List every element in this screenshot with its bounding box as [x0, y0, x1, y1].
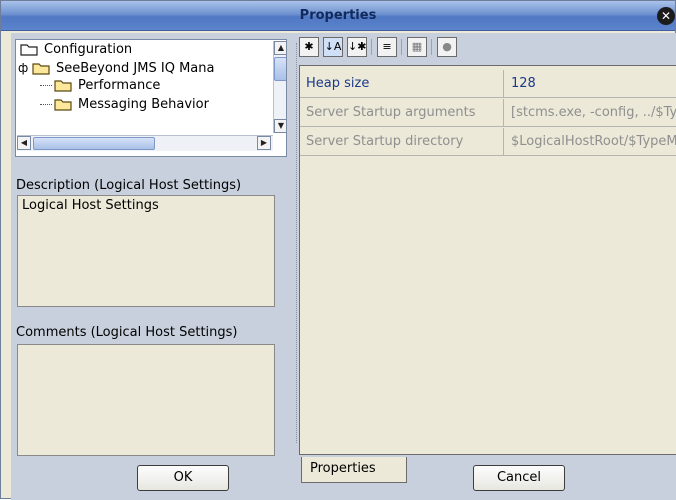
property-value[interactable]: $LogicalHostRoot/$TypeM: [505, 128, 676, 155]
scroll-thumb[interactable]: [33, 137, 155, 150]
description-field[interactable]: Logical Host Settings: [17, 195, 275, 307]
window-title: Properties: [299, 8, 377, 23]
property-row[interactable]: Server Startup arguments [stcms.exe, -co…: [300, 99, 676, 127]
comments-label: Comments (Logical Host Settings): [16, 325, 238, 340]
tree-item-messaging-behavior[interactable]: Messaging Behavior: [40, 95, 209, 115]
folder-icon: [32, 62, 50, 75]
ok-button[interactable]: OK: [137, 465, 229, 491]
tree-item-label: Messaging Behavior: [78, 97, 209, 112]
scroll-thumb[interactable]: [274, 57, 286, 81]
config-tree[interactable]: Configuration ф SeeBeyond JMS IQ Mana Per…: [15, 39, 287, 157]
property-name: Server Startup arguments: [300, 99, 504, 126]
help-icon[interactable]: ●: [437, 37, 457, 57]
property-name: Server Startup directory: [300, 128, 504, 155]
tree-item-label: Performance: [78, 78, 161, 93]
description-label: Description (Logical Host Settings): [16, 178, 242, 193]
property-row[interactable]: Server Startup directory $LogicalHostRoo…: [300, 128, 676, 156]
tree-item-label: Configuration: [44, 42, 133, 57]
property-name: Heap size: [300, 70, 504, 97]
grid-icon[interactable]: ▦: [407, 37, 427, 57]
scroll-right-icon[interactable]: ▶: [257, 136, 271, 150]
folder-icon: [54, 79, 72, 92]
tree-vertical-scrollbar[interactable]: ▲ ▼: [273, 41, 286, 133]
folder-icon: [54, 98, 72, 111]
tab-properties[interactable]: Properties: [301, 457, 407, 483]
tree-item-performance[interactable]: Performance: [40, 76, 160, 96]
scroll-left-icon[interactable]: ◀: [17, 136, 31, 150]
splitter[interactable]: [296, 43, 298, 443]
tree-horizontal-scrollbar[interactable]: ◀ ▶: [17, 135, 273, 151]
edit-list-icon[interactable]: ≡: [377, 37, 397, 57]
close-icon[interactable]: ✕: [657, 7, 675, 25]
scroll-down-icon[interactable]: ▼: [274, 119, 286, 133]
expand-toggle-icon[interactable]: ф: [18, 58, 32, 78]
tree-item-label: SeeBeyond JMS IQ Mana: [56, 61, 215, 76]
property-grid: Heap size 128 Server Startup arguments […: [299, 65, 676, 455]
scroll-up-icon[interactable]: ▲: [274, 41, 286, 55]
categorize-icon[interactable]: ↓✱: [347, 37, 367, 57]
property-value[interactable]: 128: [505, 70, 676, 97]
sort-icon[interactable]: ✱: [299, 37, 319, 57]
title-bar[interactable]: Properties ✕: [1, 1, 675, 31]
dialog-body: Configuration ф SeeBeyond JMS IQ Mana Per…: [11, 33, 676, 500]
tree-item-configuration[interactable]: Configuration: [20, 40, 132, 60]
folder-open-icon: [20, 43, 38, 56]
property-value[interactable]: [stcms.exe, -config, ../$Ty: [505, 99, 676, 126]
properties-window: Properties ✕ Configuration ф SeeBeyond JM…: [0, 0, 676, 500]
tree-item-seebeyond[interactable]: ф SeeBeyond JMS IQ Mana: [18, 58, 214, 78]
sort-az-icon[interactable]: ↓A: [323, 37, 343, 57]
property-row[interactable]: Heap size 128: [300, 70, 676, 98]
comments-field[interactable]: [17, 344, 275, 456]
cancel-button[interactable]: Cancel: [473, 465, 565, 491]
